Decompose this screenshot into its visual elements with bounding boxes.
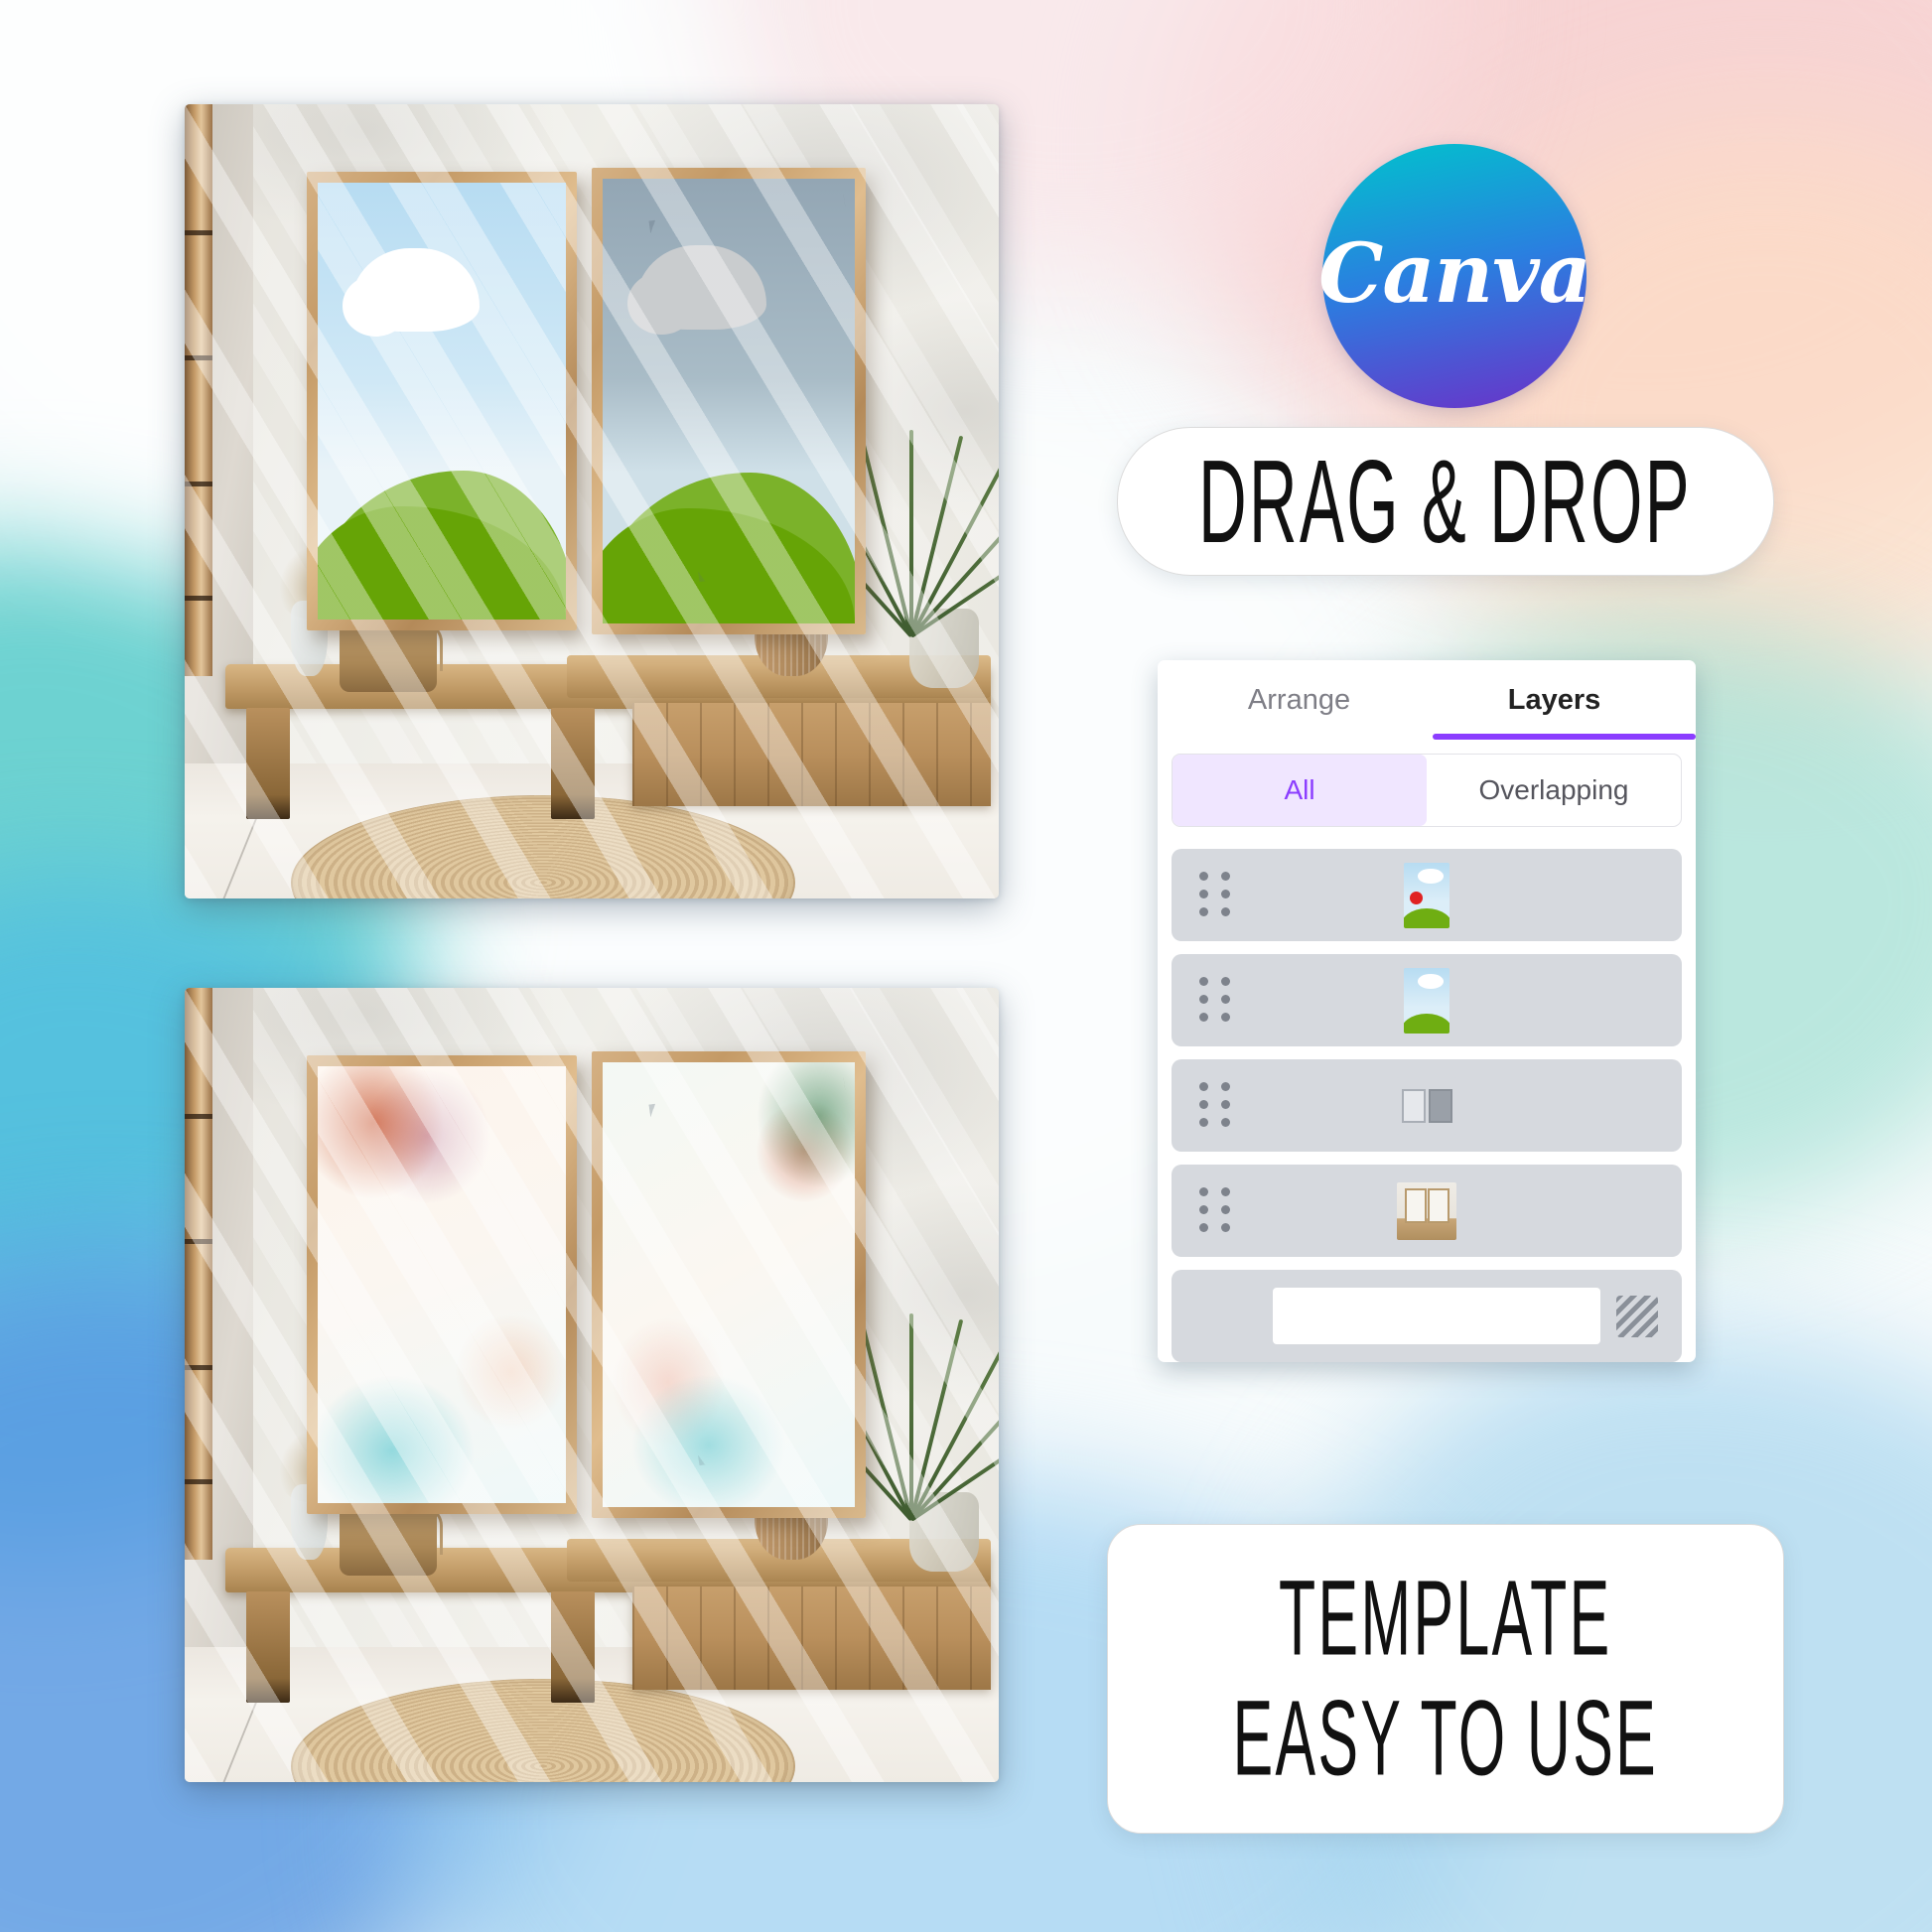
canva-wordmark: Canva <box>1318 226 1591 322</box>
layer-row[interactable] <box>1172 1059 1682 1152</box>
filter-all-label: All <box>1284 774 1315 805</box>
tab-arrange-label: Arrange <box>1247 683 1351 716</box>
bench-leg-right <box>551 1591 596 1703</box>
window-jamb <box>185 988 212 1560</box>
window-jamb <box>185 104 212 676</box>
drag-handle-icon[interactable] <box>1199 1081 1233 1130</box>
mockup-image-landscape-posters[interactable] <box>185 104 999 898</box>
layer-filter-segmented-control: All Overlapping <box>1172 754 1682 827</box>
panel-tabs: Arrange Layers <box>1172 660 1696 740</box>
template-label: TEMPLATE <box>1279 1559 1612 1679</box>
poster-landscape-thumbnail <box>1404 967 1449 1034</box>
poster-art-left <box>318 1066 567 1503</box>
poster-frame-left[interactable] <box>307 172 578 630</box>
rustic-metal-pot <box>339 624 438 692</box>
mockup-image-watercolor-posters[interactable] <box>185 988 999 1782</box>
layer-row[interactable] <box>1172 1270 1682 1362</box>
bench-leg-left <box>245 1591 290 1703</box>
layer-row[interactable] <box>1172 849 1682 941</box>
rustic-metal-pot <box>339 1508 438 1576</box>
tab-arrange[interactable]: Arrange <box>1172 660 1427 740</box>
tab-layers-label: Layers <box>1507 683 1601 716</box>
filter-all[interactable]: All <box>1173 755 1427 826</box>
bench-plank-box <box>632 1587 991 1691</box>
poster-frame-left[interactable] <box>307 1055 578 1514</box>
poster-art-right <box>603 1062 856 1507</box>
layer-row[interactable] <box>1172 1165 1682 1257</box>
easy-to-use-label: EASY TO USE <box>1232 1679 1659 1799</box>
bench-leg-right <box>551 708 596 819</box>
drag-and-drop-banner: DRAG & DROP <box>1117 427 1774 576</box>
poster-art-right <box>603 179 856 623</box>
background-swatch-thumbnail <box>1273 1288 1600 1344</box>
drag-handle-icon[interactable] <box>1199 976 1233 1025</box>
bench-leg-left <box>245 708 290 819</box>
transparent-hatch-icon <box>1616 1295 1658 1337</box>
filter-overlapping[interactable]: Overlapping <box>1427 755 1681 826</box>
interior-scene <box>185 104 999 898</box>
tab-layers[interactable]: Layers <box>1427 660 1696 740</box>
drag-handle-icon[interactable] <box>1199 871 1233 919</box>
poster-frame-right[interactable] <box>592 168 867 634</box>
drag-and-drop-label: DRAG & DROP <box>1198 434 1693 568</box>
filter-overlapping-label: Overlapping <box>1478 774 1629 805</box>
template-easy-to-use-banner: TEMPLATE EASY TO USE <box>1107 1524 1784 1834</box>
drag-handle-icon[interactable] <box>1199 1186 1233 1235</box>
interior-scene <box>185 988 999 1782</box>
bench-plank-box <box>632 703 991 807</box>
canva-logo: Canva <box>1318 144 1591 408</box>
poster-frame-right[interactable] <box>592 1051 867 1518</box>
poster-art-left <box>318 183 567 620</box>
two-frames-thumbnail <box>1397 1076 1456 1135</box>
poster-landscape-with-sun-thumbnail <box>1404 862 1449 928</box>
room-mockup-thumbnail <box>1397 1181 1456 1240</box>
layers-panel: Arrange Layers All Overlapping <box>1158 660 1696 1362</box>
layer-row[interactable] <box>1172 954 1682 1046</box>
layer-list <box>1172 849 1682 1362</box>
